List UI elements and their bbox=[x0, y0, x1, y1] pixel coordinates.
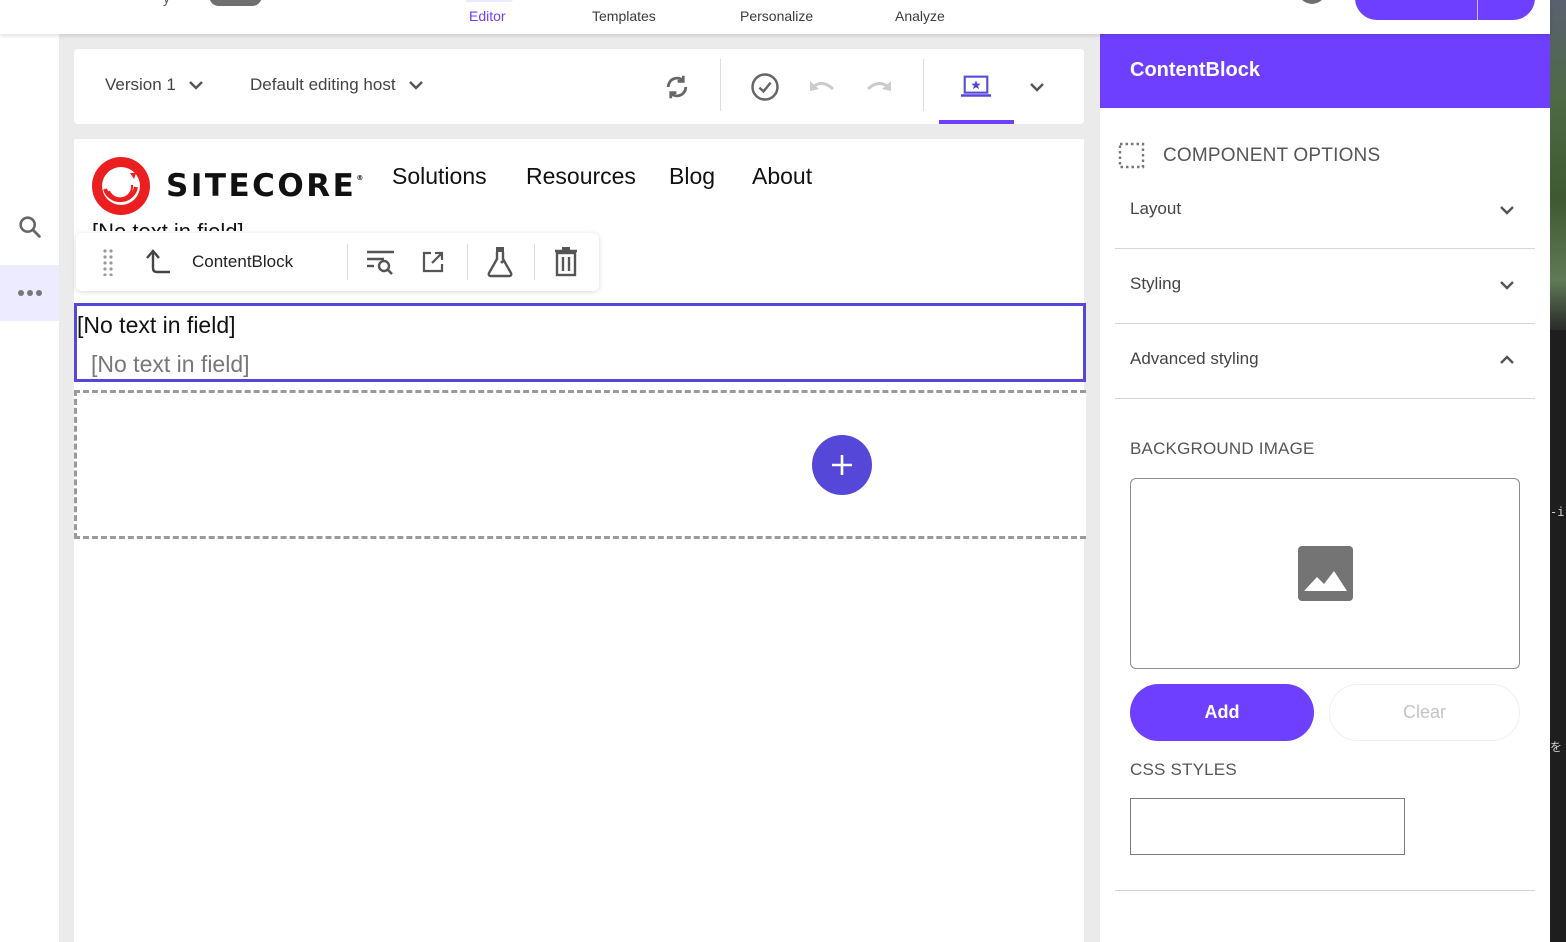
nav-link-about[interactable]: About bbox=[752, 163, 812, 190]
device-options-button[interactable] bbox=[1021, 71, 1053, 103]
chevron-up-icon bbox=[1500, 355, 1514, 364]
component-options-label: COMPONENT OPTIONS bbox=[1163, 144, 1381, 166]
nav-link-blog[interactable]: Blog bbox=[669, 163, 715, 190]
select-parent-icon bbox=[146, 249, 170, 274]
component-chip-toolbar: ContentBlock bbox=[76, 233, 599, 291]
tab-analyze[interactable]: Analyze bbox=[895, 8, 945, 24]
site-header: SITECORE ® bbox=[92, 157, 363, 215]
version-dropdown[interactable]: Version 1 bbox=[105, 75, 204, 95]
background-image-picker[interactable] bbox=[1130, 478, 1520, 669]
accordion-styling-label: Styling bbox=[1130, 274, 1182, 293]
chip-divider bbox=[347, 244, 348, 280]
status-toggle[interactable] bbox=[209, 0, 262, 6]
obscured-field-text: [No text in field] bbox=[92, 219, 244, 231]
undo-icon bbox=[810, 81, 835, 91]
background-window-edge: -i を bbox=[1550, 0, 1566, 942]
accordion-advanced-styling[interactable]: Advanced styling bbox=[1115, 324, 1535, 399]
add-component-button[interactable] bbox=[812, 435, 872, 495]
editor-toolbar: Version 1 Default editing host bbox=[74, 49, 1084, 124]
empty-placeholder-zone[interactable] bbox=[74, 390, 1086, 539]
publish-button[interactable] bbox=[1355, 0, 1477, 20]
selected-content-block[interactable]: [No text in field] [No text in field] bbox=[74, 303, 1086, 382]
editing-host-label: Default editing host bbox=[250, 75, 396, 94]
component-properties-panel: ContentBlock COMPONENT OPTIONS Layout St… bbox=[1100, 34, 1550, 942]
panel-title: ContentBlock bbox=[1100, 34, 1550, 108]
background-code-fragment: -i bbox=[1550, 505, 1565, 519]
content-block-heading-field[interactable]: [No text in field] bbox=[77, 312, 236, 339]
component-outline-icon bbox=[1118, 142, 1145, 169]
content-block-body-field[interactable]: [No text in field] bbox=[91, 351, 250, 378]
redo-button[interactable] bbox=[863, 71, 895, 103]
css-styles-input[interactable] bbox=[1130, 798, 1405, 855]
refresh-icon bbox=[666, 75, 688, 99]
check-circle-icon bbox=[751, 73, 779, 101]
undo-button[interactable] bbox=[806, 71, 838, 103]
delete-icon bbox=[555, 247, 577, 277]
top-navigation-bar: y Editor Templates Personalize Analyze bbox=[0, 0, 1550, 34]
logo-wordmark: SITECORE ® bbox=[166, 168, 363, 204]
open-external-icon bbox=[422, 251, 444, 273]
background-image-label: BACKGROUND IMAGE bbox=[1130, 439, 1315, 458]
logo-text: SITECORE bbox=[166, 168, 357, 204]
tab-templates[interactable]: Templates bbox=[592, 8, 656, 24]
more-horizontal-icon bbox=[17, 290, 42, 296]
editing-host-dropdown[interactable]: Default editing host bbox=[250, 75, 424, 95]
background-photo bbox=[1550, 0, 1566, 330]
drag-handle-icon bbox=[103, 249, 113, 276]
select-parent-button[interactable] bbox=[142, 247, 174, 277]
validate-button[interactable] bbox=[749, 71, 781, 103]
image-placeholder-icon bbox=[1297, 546, 1353, 601]
inspect-list-icon bbox=[367, 250, 394, 275]
publish-split-button bbox=[1355, 0, 1535, 20]
component-name-label: ContentBlock bbox=[192, 252, 294, 271]
panel-divider bbox=[1115, 890, 1535, 891]
chevron-down-icon bbox=[1030, 83, 1044, 92]
open-external-button[interactable] bbox=[417, 247, 449, 277]
accordion-layout-label: Layout bbox=[1130, 199, 1182, 218]
redo-icon bbox=[866, 81, 891, 91]
search-button[interactable] bbox=[0, 199, 59, 255]
chevron-down-icon bbox=[1500, 281, 1514, 290]
tab-personalize[interactable]: Personalize bbox=[740, 8, 813, 24]
device-preview-button[interactable] bbox=[960, 71, 992, 103]
tab-editor[interactable]: Editor bbox=[469, 8, 506, 24]
chevron-down-icon bbox=[1500, 206, 1514, 215]
nav-link-solutions[interactable]: Solutions bbox=[392, 163, 487, 190]
toolbar-divider bbox=[923, 59, 924, 111]
chevron-down-icon bbox=[189, 81, 203, 90]
chip-divider bbox=[467, 244, 468, 280]
clear-background-image-button[interactable]: Clear bbox=[1329, 684, 1520, 741]
search-icon bbox=[18, 216, 41, 238]
active-tab-indicator bbox=[465, 0, 513, 2]
accordion-styling[interactable]: Styling bbox=[1115, 249, 1535, 324]
experiment-flask-icon bbox=[487, 247, 513, 278]
drag-handle[interactable] bbox=[92, 247, 124, 277]
plus-icon bbox=[832, 455, 852, 475]
publish-options-button[interactable] bbox=[1478, 0, 1535, 20]
toolbar-divider bbox=[720, 59, 721, 111]
css-styles-label: CSS STYLES bbox=[1130, 760, 1237, 779]
device-active-indicator bbox=[939, 120, 1014, 124]
version-label: Version 1 bbox=[105, 75, 176, 94]
background-code-fragment: を bbox=[1550, 740, 1563, 754]
chip-divider bbox=[534, 244, 535, 280]
experiment-button[interactable] bbox=[484, 247, 516, 278]
inspect-list-button[interactable] bbox=[365, 247, 397, 277]
add-background-image-button[interactable]: Add bbox=[1130, 684, 1314, 741]
truncated-app-title: y bbox=[163, 0, 170, 6]
delete-button[interactable] bbox=[550, 247, 582, 277]
accordion-layout[interactable]: Layout bbox=[1115, 174, 1535, 249]
component-options-heading: COMPONENT OPTIONS bbox=[1118, 142, 1380, 169]
left-rail bbox=[0, 34, 59, 942]
help-icon[interactable] bbox=[1298, 0, 1326, 4]
refresh-button[interactable] bbox=[661, 71, 693, 103]
nav-link-resources[interactable]: Resources bbox=[526, 163, 636, 190]
more-button[interactable] bbox=[0, 265, 59, 321]
registered-mark: ® bbox=[356, 174, 364, 182]
accordion-advanced-styling-label: Advanced styling bbox=[1130, 349, 1259, 368]
sitecore-logo-icon[interactable] bbox=[92, 157, 150, 215]
chevron-down-icon bbox=[408, 81, 423, 90]
device-preview-icon bbox=[960, 75, 992, 97]
